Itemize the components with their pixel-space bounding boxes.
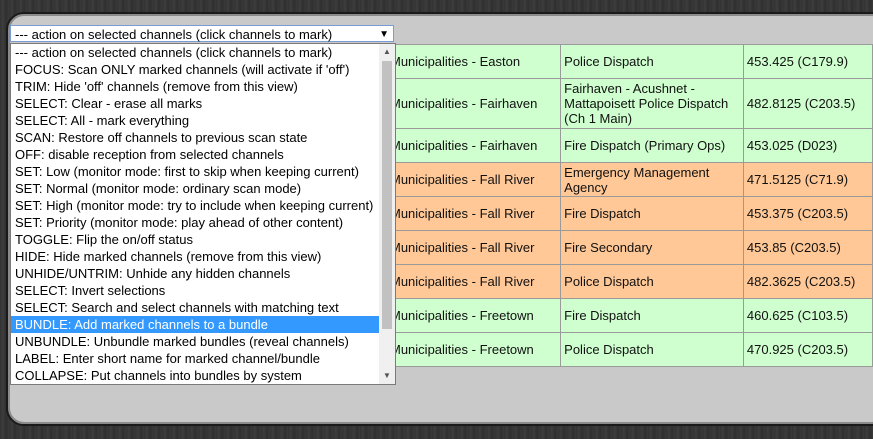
dropdown-option[interactable]: SCAN: Restore off channels to previous s… xyxy=(11,129,379,146)
dropdown-option[interactable]: FOCUS: Scan ONLY marked channels (will a… xyxy=(11,61,379,78)
frequency-cell: 453.425 (C179.9) xyxy=(742,44,873,79)
description-cell: Fire Dispatch xyxy=(560,298,744,333)
dropdown-option[interactable]: TRIM: Hide 'off' channels (remove from t… xyxy=(11,78,379,95)
chevron-down-icon[interactable]: ▼ xyxy=(379,26,389,43)
dropdown-option[interactable]: UNBUNDLE: Unbundle marked bundles (revea… xyxy=(11,333,379,350)
frequency-cell: 482.8125 (C203.5) xyxy=(742,78,873,129)
dropdown-option[interactable]: COLLAPSE: Put channels into bundles by s… xyxy=(11,367,379,384)
scrollbar-thumb[interactable] xyxy=(382,61,392,329)
frequency-cell: 453.85 (C203.5) xyxy=(742,230,873,265)
frequency-cell: 453.025 (D023) xyxy=(742,128,873,163)
dropdown-option[interactable]: SET: Priority (monitor mode: play ahead … xyxy=(11,214,379,231)
description-cell: Emergency Management Agency xyxy=(560,162,744,197)
dropdown-option[interactable]: SET: Normal (monitor mode: ordinary scan… xyxy=(11,180,379,197)
dropdown-option[interactable]: BUNDLE: Add marked channels to a bundle xyxy=(11,316,379,333)
description-cell: Police Dispatch xyxy=(560,264,744,299)
dropdown-option[interactable]: SELECT: All - mark everything xyxy=(11,112,379,129)
description-cell: Fairhaven - Acushnet - Mattapoisett Poli… xyxy=(560,78,744,129)
description-cell: Fire Dispatch xyxy=(560,196,744,231)
dropdown-option[interactable]: HIDE: Hide marked channels (remove from … xyxy=(11,248,379,265)
dropdown-option[interactable]: --- action on selected channels (click c… xyxy=(11,44,379,61)
description-cell: Police Dispatch xyxy=(560,44,744,79)
scroll-up-icon[interactable]: ▲ xyxy=(379,44,395,60)
dropdown-option[interactable]: SET: High (monitor mode: try to include … xyxy=(11,197,379,214)
dropdown-option[interactable]: SET: Low (monitor mode: first to skip wh… xyxy=(11,163,379,180)
dropdown-option[interactable]: UNHIDE/UNTRIM: Unhide any hidden channel… xyxy=(11,265,379,282)
frequency-cell: 460.625 (C103.5) xyxy=(742,298,873,333)
scroll-down-icon[interactable]: ▼ xyxy=(379,368,395,384)
description-cell: Fire Dispatch (Primary Ops) xyxy=(560,128,744,163)
dropdown-option[interactable]: LABEL: Enter short name for marked chann… xyxy=(11,350,379,367)
description-cell: Fire Secondary xyxy=(560,230,744,265)
dropdown-option[interactable]: SELECT: Clear - erase all marks xyxy=(11,95,379,112)
frequency-cell: 471.5125 (C71.9) xyxy=(742,162,873,197)
frequency-cell: 482.3625 (C203.5) xyxy=(742,264,873,299)
dropdown-option[interactable]: SELECT: Search and select channels with … xyxy=(11,299,379,316)
frequency-cell: 453.375 (C203.5) xyxy=(742,196,873,231)
action-select[interactable]: --- action on selected channels (click c… xyxy=(10,25,394,42)
dropdown-scrollbar[interactable]: ▲ ▼ xyxy=(379,44,395,384)
dropdown-option[interactable]: SELECT: Invert selections xyxy=(11,282,379,299)
dropdown-option[interactable]: TOGGLE: Flip the on/off status xyxy=(11,231,379,248)
frequency-cell: 470.925 (C203.5) xyxy=(742,332,873,367)
action-dropdown-list[interactable]: --- action on selected channels (click c… xyxy=(10,43,396,385)
dropdown-option[interactable]: OFF: disable reception from selected cha… xyxy=(11,146,379,163)
description-cell: Police Dispatch xyxy=(560,332,744,367)
action-select-value: --- action on selected channels (click c… xyxy=(15,27,333,42)
